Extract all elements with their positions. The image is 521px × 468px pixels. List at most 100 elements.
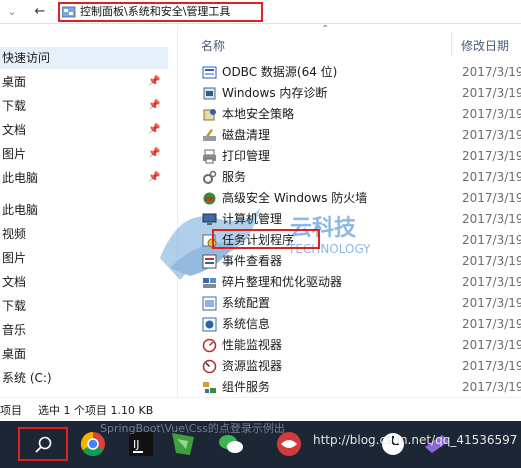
event-viewer-icon xyxy=(202,254,217,269)
file-name: Windows 内存诊断 xyxy=(222,86,328,100)
nav-label: 下载 xyxy=(2,299,27,313)
item-count: 项目 xyxy=(0,404,22,417)
file-row-disk-cleanup[interactable]: 磁盘清理 2017/3/19 xyxy=(197,125,521,146)
file-date: 2017/3/19 xyxy=(462,317,521,331)
file-row-system-config[interactable]: 系统配置 2017/3/19 xyxy=(197,293,521,314)
file-row-services[interactable]: 服务 2017/3/19 xyxy=(197,167,521,188)
security-policy-icon xyxy=(203,109,216,121)
file-date: 2017/3/19 xyxy=(462,296,521,310)
memory-diagnostic-icon xyxy=(203,87,216,100)
resource-monitor-icon xyxy=(202,359,217,374)
file-date: 2017/3/19 xyxy=(462,359,521,373)
blog-url-watermark: http://blog.csdn.net/qq_41536597 xyxy=(313,433,518,447)
column-separator[interactable] xyxy=(451,31,452,57)
address-field[interactable]: 控制面板\系统和安全\管理工具 xyxy=(58,2,263,22)
nav-label: 文档 xyxy=(2,123,27,137)
file-date: 2017/3/19 xyxy=(462,338,521,352)
computer-management-icon xyxy=(202,213,217,225)
nav-item-downloads[interactable]: 下载 📌 xyxy=(0,95,168,117)
nav-label: 系统 (C:) xyxy=(2,371,52,385)
file-name: 组件服务 xyxy=(222,380,271,394)
file-name: 磁盘清理 xyxy=(222,128,271,142)
file-row-memory-diagnostic[interactable]: Windows 内存诊断 2017/3/19 xyxy=(197,83,521,104)
odbc-icon xyxy=(202,66,217,79)
file-date: 2017/3/19 xyxy=(462,212,521,226)
nav-label: 图片 xyxy=(2,147,27,161)
system-info-icon xyxy=(202,317,217,332)
control-panel-icon xyxy=(62,6,76,18)
nav-item-downloads-pc[interactable]: 下载 xyxy=(0,295,168,317)
nav-item-system-drive[interactable]: 系统 (C:) xyxy=(0,367,168,389)
file-date: 2017/3/19 xyxy=(462,107,521,121)
file-row-system-info[interactable]: 系统信息 2017/3/19 xyxy=(197,314,521,335)
file-row-performance-monitor[interactable]: 性能监视器 2017/3/19 xyxy=(197,335,521,356)
nav-quick-access[interactable]: 快速访问 xyxy=(0,47,168,69)
file-row-component-services[interactable]: 组件服务 2017/3/19 xyxy=(197,377,521,398)
firewall-icon xyxy=(203,192,216,205)
taskbar-search-button[interactable] xyxy=(18,427,68,461)
file-name: 事件查看器 xyxy=(222,254,283,268)
file-name: 性能监视器 xyxy=(222,338,283,352)
svg-text:IJ: IJ xyxy=(133,438,140,451)
nav-this-pc[interactable]: 此电脑 xyxy=(0,199,168,221)
file-date: 2017/3/19 xyxy=(462,149,521,163)
status-bar: 项目 选中 1 个项目 1.10 KB xyxy=(0,397,521,421)
nav-item-this-pc-quick[interactable]: 此电脑 📌 xyxy=(0,167,168,189)
navigation-pane: 快速访问 桌面 📌 下载 📌 文档 📌 图片 📌 此电脑 📌 此电脑 视频 图片… xyxy=(0,25,178,397)
nav-item-documents[interactable]: 文档 📌 xyxy=(0,119,168,141)
pin-icon: 📌 xyxy=(148,148,161,159)
file-date: 2017/3/19 xyxy=(462,86,521,100)
file-date: 2017/3/19 xyxy=(462,191,521,205)
file-date: 2017/3/19 xyxy=(462,170,521,184)
nav-item-pictures[interactable]: 图片 📌 xyxy=(0,143,168,165)
nav-label: 音乐 xyxy=(2,323,27,337)
file-row-firewall[interactable]: 高级安全 Windows 防火墙 2017/3/19 xyxy=(197,188,521,209)
column-name[interactable]: 名称 xyxy=(201,37,225,54)
file-row-security-policy[interactable]: 本地安全策略 2017/3/19 xyxy=(197,104,521,125)
disk-cleanup-icon xyxy=(203,129,216,141)
nav-item-desktop[interactable]: 桌面 📌 xyxy=(0,71,168,93)
file-date: 2017/3/19 xyxy=(462,254,521,268)
file-row-computer-management[interactable]: 计算机管理 2017/3/19 xyxy=(197,209,521,230)
file-date: 2017/3/19 xyxy=(462,380,521,394)
file-date: 2017/3/19 xyxy=(462,128,521,142)
annotation-highlight xyxy=(212,229,320,249)
file-name: 系统配置 xyxy=(222,296,271,310)
file-row-odbc[interactable]: ODBC 数据源(64 位) 2017/3/19 xyxy=(197,62,521,83)
file-row-resource-monitor[interactable]: 资源监视器 2017/3/19 xyxy=(197,356,521,377)
file-name: ODBC 数据源(64 位) xyxy=(222,65,338,79)
nav-item-pictures-pc[interactable]: 图片 xyxy=(0,247,168,269)
nav-item-desktop-pc[interactable]: 桌面 xyxy=(0,343,168,365)
nav-label: 视频 xyxy=(2,227,27,241)
selection-info: 选中 1 个项目 1.10 KB xyxy=(38,404,154,417)
file-row-print-management[interactable]: 打印管理 2017/3/19 xyxy=(197,146,521,167)
file-date: 2017/3/19 xyxy=(462,275,521,289)
sort-ascending-icon: ⌃ xyxy=(321,24,330,35)
nav-item-music[interactable]: 音乐 xyxy=(0,319,168,341)
nav-label: 桌面 xyxy=(2,75,27,89)
nav-label: 文档 xyxy=(2,275,27,289)
file-name: 碎片整理和优化驱动器 xyxy=(222,275,343,289)
nav-label: 快速访问 xyxy=(2,51,51,65)
column-header: ⌃ 名称 修改日期 xyxy=(191,25,521,63)
breadcrumb[interactable]: 控制面板\系统和安全\管理工具 xyxy=(80,4,230,20)
component-services-icon xyxy=(203,382,216,393)
performance-monitor-icon xyxy=(202,338,217,353)
nav-label: 下载 xyxy=(2,99,27,113)
file-name: 系统信息 xyxy=(222,317,271,331)
pin-icon: 📌 xyxy=(148,76,161,87)
file-name: 服务 xyxy=(222,170,247,184)
nav-item-documents-pc[interactable]: 文档 xyxy=(0,271,168,293)
dropdown-icon[interactable]: ⌄ xyxy=(4,3,20,21)
file-name: 计算机管理 xyxy=(222,212,283,226)
printer-icon xyxy=(203,149,216,164)
column-date-modified[interactable]: 修改日期 xyxy=(461,37,509,54)
up-arrow-icon[interactable]: ← xyxy=(32,3,48,21)
system-config-icon xyxy=(202,296,217,311)
nav-item-videos[interactable]: 视频 xyxy=(0,223,168,245)
nav-label: 图片 xyxy=(2,251,27,265)
file-row-event-viewer[interactable]: 事件查看器 2017/3/19 xyxy=(197,251,521,272)
file-name: 高级安全 Windows 防火墙 xyxy=(222,191,368,205)
file-row-defrag[interactable]: 碎片整理和优化驱动器 2017/3/19 xyxy=(197,272,521,293)
defrag-icon xyxy=(203,278,216,288)
